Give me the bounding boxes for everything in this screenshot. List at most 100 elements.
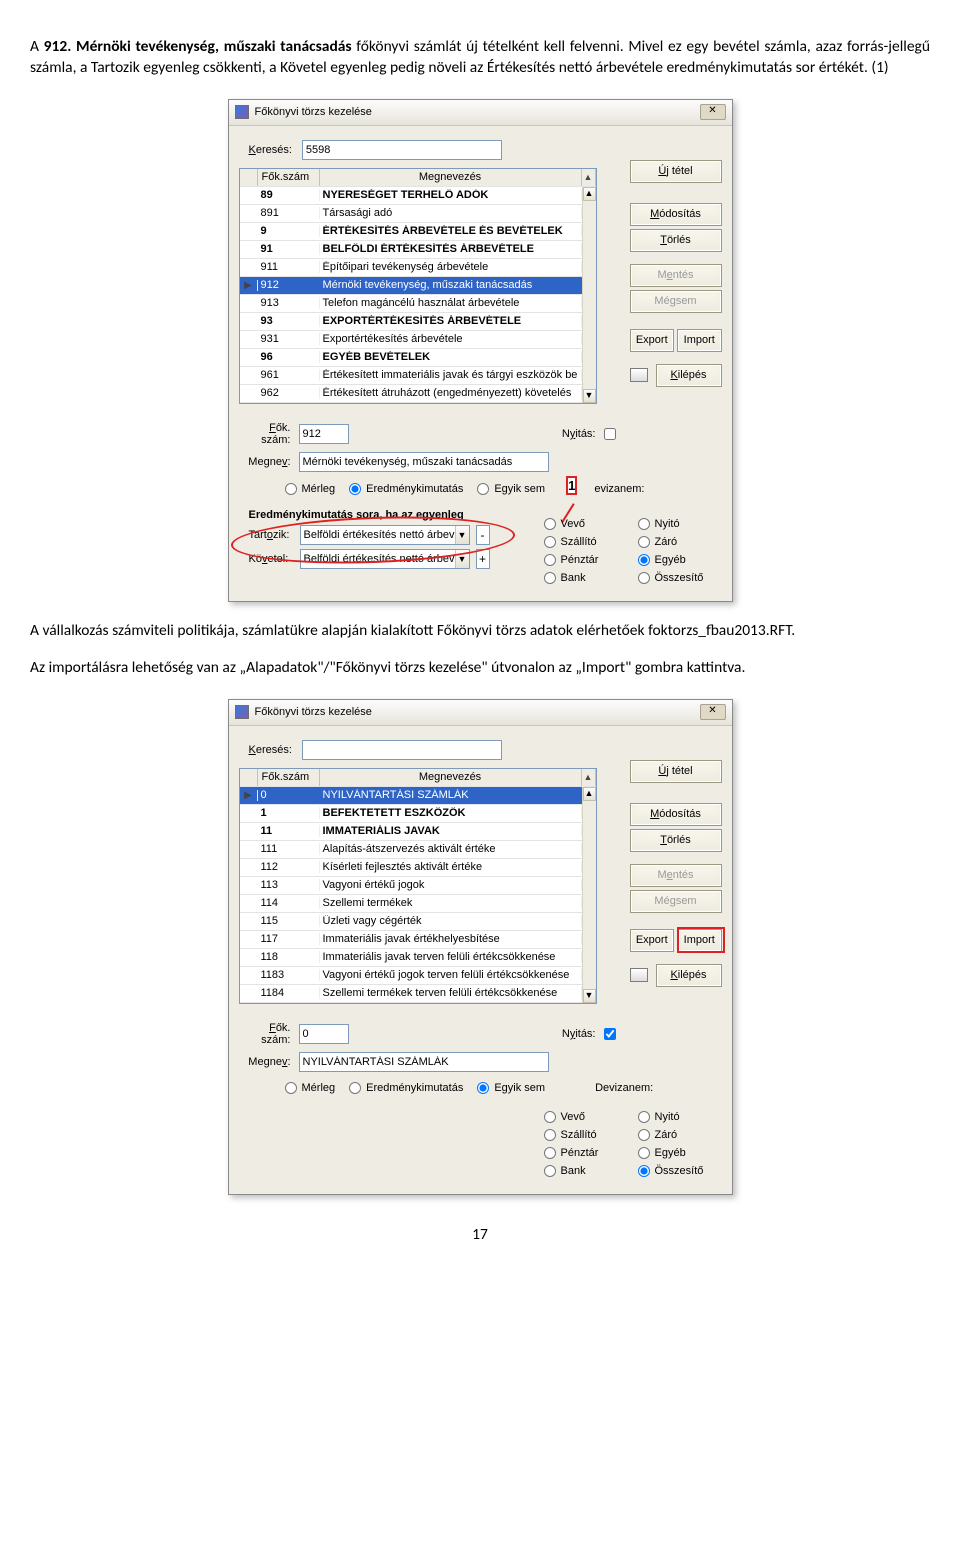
table-row[interactable]: 11IMMATERIÁLIS JAVAK	[240, 823, 596, 841]
edit-button[interactable]: Módosítás	[630, 203, 722, 226]
col-megnevezes: Megnevezés	[320, 769, 582, 786]
table-row[interactable]: 1BEFEKTETETT ESZKÖZÖK	[240, 805, 596, 823]
radio-merleg[interactable]	[285, 483, 297, 495]
table-row[interactable]: 89NYERESÉGET TERHELŐ ADÓK	[240, 187, 596, 205]
dialog-title: Főkönyvi törzs kezelése	[255, 706, 694, 718]
kovetel-sign[interactable]: +	[476, 549, 490, 569]
radio-egyiksem[interactable]	[477, 483, 489, 495]
scroll-up-icon[interactable]: ▲	[583, 787, 596, 801]
dialog-2: Főkönyvi törzs kezelése ✕ Keresés: Új té…	[228, 699, 733, 1195]
print-icon[interactable]	[630, 368, 648, 382]
tartozik-dropdown[interactable]: Belföldi értékesítés nettó árbevétele ▼	[300, 525, 470, 545]
table-row[interactable]: 96EGYÉB BEVÉTELEK	[240, 349, 596, 367]
scroll-down-icon[interactable]: ▼	[583, 989, 596, 1003]
bold-run: 912. Mérnöki tevékenység, műszaki tanács…	[44, 37, 352, 56]
new-button[interactable]: Új tétel	[630, 160, 722, 183]
radio-szállító[interactable]: Szállító	[544, 1126, 628, 1144]
chevron-down-icon: ▼	[455, 550, 469, 568]
delete-button[interactable]: Törlés	[630, 829, 722, 852]
radio-záró[interactable]: Záró	[638, 533, 722, 551]
new-button[interactable]: Új tétel	[630, 760, 722, 783]
radio-vevő[interactable]: Vevő	[544, 515, 628, 533]
import-annotation	[677, 927, 725, 953]
devizanem-label: Devizanem:	[595, 1082, 653, 1094]
accounts-grid[interactable]: Fők.szám Megnevezés ▲ 89NYERESÉGET TERHE…	[239, 168, 597, 404]
radio-egyéb[interactable]: Egyéb	[638, 551, 722, 569]
table-row[interactable]: 9ÉRTÉKESÍTÉS ÁRBEVÉTELE ÉS BEVÉTELEK	[240, 223, 596, 241]
close-icon[interactable]: ✕	[700, 104, 726, 120]
fokszam-input[interactable]	[299, 1024, 349, 1044]
radio-pénztár[interactable]: Pénztár	[544, 1144, 628, 1162]
accounts-grid[interactable]: Fők.szám Megnevezés ▲ ▶0NYILVÁNTARTÁSI S…	[239, 768, 597, 1004]
table-row[interactable]: 114Szellemi termékek	[240, 895, 596, 913]
table-row[interactable]: 93EXPORTÉRTÉKESÍTÉS ÁRBEVÉTELE	[240, 313, 596, 331]
search-label: Keresés:	[249, 144, 292, 156]
kovetel-dropdown[interactable]: Belföldi értékesítés nettó árbevétele ▼	[300, 549, 470, 569]
nyitas-checkbox[interactable]	[604, 428, 616, 440]
radio-eredmeny[interactable]	[349, 1082, 361, 1094]
radio-összesítő[interactable]: Összesítő	[638, 1162, 722, 1180]
scroll-down-icon[interactable]: ▼	[583, 389, 596, 403]
cancel-button: Mégsem	[630, 290, 722, 313]
print-icon[interactable]	[630, 968, 648, 982]
cancel-button: Mégsem	[630, 890, 722, 913]
table-row[interactable]: 112Kísérleti fejlesztés aktivált értéke	[240, 859, 596, 877]
radio-egyiksem[interactable]	[477, 1082, 489, 1094]
export-button[interactable]: Export	[630, 929, 675, 952]
radio-záró[interactable]: Záró	[638, 1126, 722, 1144]
exit-button[interactable]: Kilépés	[656, 964, 722, 987]
radio-vevő[interactable]: Vevő	[544, 1108, 628, 1126]
radio-eredmeny[interactable]	[349, 483, 361, 495]
table-row[interactable]: 891Társasági adó	[240, 205, 596, 223]
table-row[interactable]: 962Értékesített átruházott (engedményeze…	[240, 385, 596, 403]
delete-button[interactable]: Törlés	[630, 229, 722, 252]
doc-paragraph-1: A 912. Mérnöki tevékenység, műszaki taná…	[30, 36, 930, 79]
kovetel-label: Követel:	[249, 553, 294, 565]
chevron-down-icon: ▼	[455, 526, 469, 544]
import-button[interactable]: Import	[677, 329, 722, 352]
app-icon	[235, 105, 249, 119]
search-label: Keresés:	[249, 744, 292, 756]
exit-button[interactable]: Kilépés	[656, 364, 722, 387]
megnev-input[interactable]	[299, 1052, 549, 1072]
fokszam-label: Fők. szám:	[239, 1022, 291, 1046]
table-row[interactable]: 117Immateriális javak értékhelyesbítése	[240, 931, 596, 949]
nyitas-checkbox[interactable]	[604, 1028, 616, 1040]
table-row[interactable]: ▶912Mérnöki tevékenység, műszaki tanácsa…	[240, 277, 596, 295]
table-row[interactable]: ▶0NYILVÁNTARTÁSI SZÁMLÁK	[240, 787, 596, 805]
search-input[interactable]	[302, 740, 502, 760]
radio-pénztár[interactable]: Pénztár	[544, 551, 628, 569]
close-icon[interactable]: ✕	[700, 704, 726, 720]
scroll-up-icon[interactable]: ▲	[583, 187, 596, 201]
radio-egyéb[interactable]: Egyéb	[638, 1144, 722, 1162]
table-row[interactable]: 911Építőipari tevékenység árbevétele	[240, 259, 596, 277]
table-row[interactable]: 1184Szellemi termékek terven felüli érté…	[240, 985, 596, 1003]
doc-paragraph-2: A vállalkozás számviteli politikája, szá…	[30, 620, 930, 642]
fokszam-input[interactable]	[299, 424, 349, 444]
page-number: 17	[30, 1225, 930, 1244]
export-button[interactable]: Export	[630, 329, 675, 352]
table-row[interactable]: 113Vagyoni értékű jogok	[240, 877, 596, 895]
radio-merleg[interactable]	[285, 1082, 297, 1094]
radio-szállító[interactable]: Szállító	[544, 533, 628, 551]
table-row[interactable]: 1183Vagyoni értékű jogok terven felüli é…	[240, 967, 596, 985]
table-row[interactable]: 931Exportértékesítés árbevétele	[240, 331, 596, 349]
dialog-1: Főkönyvi törzs kezelése ✕ Keresés: Új té…	[228, 99, 733, 602]
megnev-input[interactable]	[299, 452, 549, 472]
tartozik-sign[interactable]: -	[476, 525, 490, 545]
table-row[interactable]: 913Telefon magáncélú használat árbevétel…	[240, 295, 596, 313]
search-input[interactable]	[302, 140, 502, 160]
table-row[interactable]: 115Üzleti vagy cégérték	[240, 913, 596, 931]
radio-nyitó[interactable]: Nyitó	[638, 1108, 722, 1126]
radio-összesítő[interactable]: Összesítő	[638, 569, 722, 587]
titlebar: Főkönyvi törzs kezelése ✕	[229, 100, 732, 126]
dialog-title: Főkönyvi törzs kezelése	[255, 106, 694, 118]
table-row[interactable]: 118Immateriális javak terven felüli érté…	[240, 949, 596, 967]
table-row[interactable]: 961Értékesített immateriális javak és tá…	[240, 367, 596, 385]
radio-bank[interactable]: Bank	[544, 569, 628, 587]
radio-nyitó[interactable]: Nyitó	[638, 515, 722, 533]
edit-button[interactable]: Módosítás	[630, 803, 722, 826]
table-row[interactable]: 111Alapítás-átszervezés aktivált értéke	[240, 841, 596, 859]
table-row[interactable]: 91BELFÖLDI ÉRTÉKESÍTÉS ÁRBEVÉTELE	[240, 241, 596, 259]
radio-bank[interactable]: Bank	[544, 1162, 628, 1180]
